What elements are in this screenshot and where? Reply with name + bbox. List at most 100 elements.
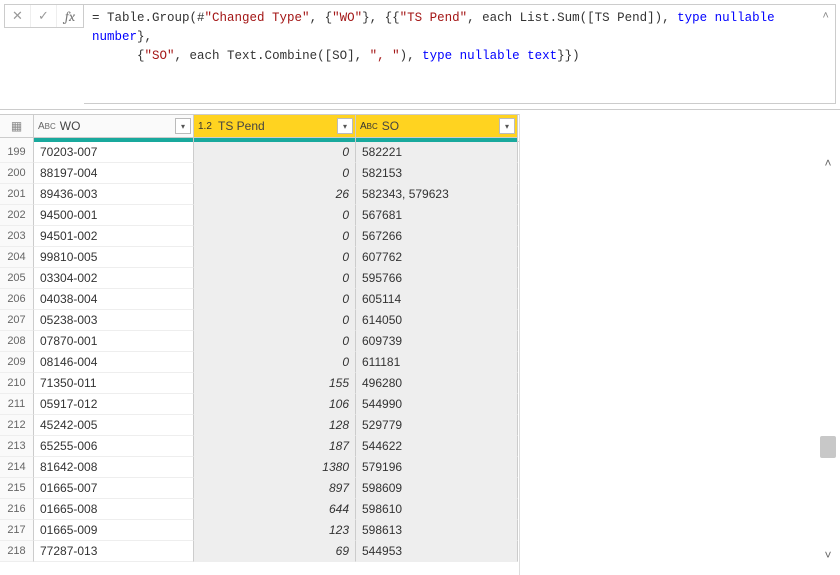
table-row[interactable]: 20807870-0010609739 (0, 331, 519, 352)
row-number: 213 (0, 436, 34, 457)
cell-so[interactable]: 544990 (356, 394, 518, 415)
table-row[interactable]: 20189436-00326582343, 579623 (0, 184, 519, 205)
cell-wo[interactable]: 07870-001 (34, 331, 194, 352)
cancel-formula-button[interactable]: ✕ (5, 5, 31, 27)
cell-ts-pend[interactable]: 1380 (194, 457, 356, 478)
table-row[interactable]: 21701665-009123598613 (0, 520, 519, 541)
cell-ts-pend[interactable]: 0 (194, 352, 356, 373)
cell-ts-pend[interactable]: 26 (194, 184, 356, 205)
commit-formula-button[interactable]: ✓ (31, 5, 57, 27)
formula-input[interactable]: = Table.Group(#"Changed Type", {"WO"}, {… (84, 4, 836, 104)
cell-ts-pend[interactable]: 0 (194, 142, 356, 163)
cell-so[interactable]: 607762 (356, 247, 518, 268)
cell-so[interactable]: 595766 (356, 268, 518, 289)
table-row[interactable]: 20088197-0040582153 (0, 163, 519, 184)
scroll-thumb[interactable] (820, 436, 836, 458)
cell-so[interactable]: 496280 (356, 373, 518, 394)
table-row[interactable]: 20705238-0030614050 (0, 310, 519, 331)
cell-so[interactable]: 582153 (356, 163, 518, 184)
row-number: 217 (0, 520, 34, 541)
cell-wo[interactable]: 08146-004 (34, 352, 194, 373)
cell-wo[interactable]: 45242-005 (34, 415, 194, 436)
table-row[interactable]: 20604038-0040605114 (0, 289, 519, 310)
grid-body[interactable]: 19970203-007058222120088197-004058215320… (0, 142, 519, 562)
cell-wo[interactable]: 01665-007 (34, 478, 194, 499)
filter-button-ts[interactable]: ▾ (337, 118, 353, 134)
cell-wo[interactable]: 05917-012 (34, 394, 194, 415)
cell-so[interactable]: 598610 (356, 499, 518, 520)
cell-ts-pend[interactable]: 0 (194, 163, 356, 184)
cell-wo[interactable]: 89436-003 (34, 184, 194, 205)
cell-ts-pend[interactable]: 0 (194, 268, 356, 289)
cell-so[interactable]: 544622 (356, 436, 518, 457)
cell-wo[interactable]: 99810-005 (34, 247, 194, 268)
cell-so[interactable]: 544953 (356, 541, 518, 562)
cell-so[interactable]: 598613 (356, 520, 518, 541)
cell-wo[interactable]: 88197-004 (34, 163, 194, 184)
cell-ts-pend[interactable]: 0 (194, 205, 356, 226)
cell-ts-pend[interactable]: 123 (194, 520, 356, 541)
cell-ts-pend[interactable]: 187 (194, 436, 356, 457)
cell-so[interactable]: 582221 (356, 142, 518, 163)
column-header-wo[interactable]: ABC WO ▾ (34, 115, 194, 138)
cell-ts-pend[interactable]: 897 (194, 478, 356, 499)
table-row[interactable]: 21601665-008644598610 (0, 499, 519, 520)
row-number: 215 (0, 478, 34, 499)
cell-ts-pend[interactable]: 128 (194, 415, 356, 436)
cell-ts-pend[interactable]: 155 (194, 373, 356, 394)
expand-formula-button[interactable]: ˄ (822, 9, 829, 26)
table-row[interactable]: 21105917-012106544990 (0, 394, 519, 415)
cell-ts-pend[interactable]: 644 (194, 499, 356, 520)
cell-wo[interactable]: 77287-013 (34, 541, 194, 562)
cell-so[interactable]: 611181 (356, 352, 518, 373)
cell-ts-pend[interactable]: 0 (194, 310, 356, 331)
cell-so[interactable]: 529779 (356, 415, 518, 436)
column-header-so[interactable]: ABC SO ▾ (356, 115, 518, 138)
filter-button-so[interactable]: ▾ (499, 118, 515, 134)
cell-wo[interactable]: 94501-002 (34, 226, 194, 247)
cell-wo[interactable]: 01665-008 (34, 499, 194, 520)
cell-wo[interactable]: 01665-009 (34, 520, 194, 541)
cell-so[interactable]: 579196 (356, 457, 518, 478)
table-icon[interactable]: ▦ (0, 115, 34, 138)
cell-wo[interactable]: 03304-002 (34, 268, 194, 289)
fx-icon[interactable]: fx (57, 5, 83, 27)
table-row[interactable]: 21481642-0081380579196 (0, 457, 519, 478)
cell-so[interactable]: 582343, 579623 (356, 184, 518, 205)
cell-wo[interactable]: 71350-011 (34, 373, 194, 394)
cell-ts-pend[interactable]: 0 (194, 331, 356, 352)
table-row[interactable]: 21245242-005128529779 (0, 415, 519, 436)
table-row[interactable]: 21071350-011155496280 (0, 373, 519, 394)
cell-so[interactable]: 609739 (356, 331, 518, 352)
cell-ts-pend[interactable]: 106 (194, 394, 356, 415)
table-row[interactable]: 20908146-0040611181 (0, 352, 519, 373)
cell-wo[interactable]: 04038-004 (34, 289, 194, 310)
table-row[interactable]: 19970203-0070582221 (0, 142, 519, 163)
cell-wo[interactable]: 05238-003 (34, 310, 194, 331)
type-icon-text: ABC (360, 121, 378, 132)
table-row[interactable]: 20394501-0020567266 (0, 226, 519, 247)
cell-so[interactable]: 567681 (356, 205, 518, 226)
cell-ts-pend[interactable]: 0 (194, 226, 356, 247)
table-row[interactable]: 20499810-0050607762 (0, 247, 519, 268)
column-header-ts-pend[interactable]: 1.2 TS Pend ▾ (194, 115, 356, 138)
cell-wo[interactable]: 94500-001 (34, 205, 194, 226)
cell-wo[interactable]: 81642-008 (34, 457, 194, 478)
cell-wo[interactable]: 65255-006 (34, 436, 194, 457)
table-row[interactable]: 20294500-0010567681 (0, 205, 519, 226)
cell-ts-pend[interactable]: 69 (194, 541, 356, 562)
cell-so[interactable]: 614050 (356, 310, 518, 331)
scroll-up-button[interactable]: ˄ (820, 156, 836, 170)
cell-so[interactable]: 605114 (356, 289, 518, 310)
scroll-down-button[interactable]: ˅ (820, 548, 836, 562)
cell-so[interactable]: 567266 (356, 226, 518, 247)
cell-wo[interactable]: 70203-007 (34, 142, 194, 163)
table-row[interactable]: 21365255-006187544622 (0, 436, 519, 457)
table-row[interactable]: 20503304-0020595766 (0, 268, 519, 289)
cell-ts-pend[interactable]: 0 (194, 289, 356, 310)
table-row[interactable]: 21877287-01369544953 (0, 541, 519, 562)
table-row[interactable]: 21501665-007897598609 (0, 478, 519, 499)
cell-so[interactable]: 598609 (356, 478, 518, 499)
filter-button-wo[interactable]: ▾ (175, 118, 191, 134)
cell-ts-pend[interactable]: 0 (194, 247, 356, 268)
